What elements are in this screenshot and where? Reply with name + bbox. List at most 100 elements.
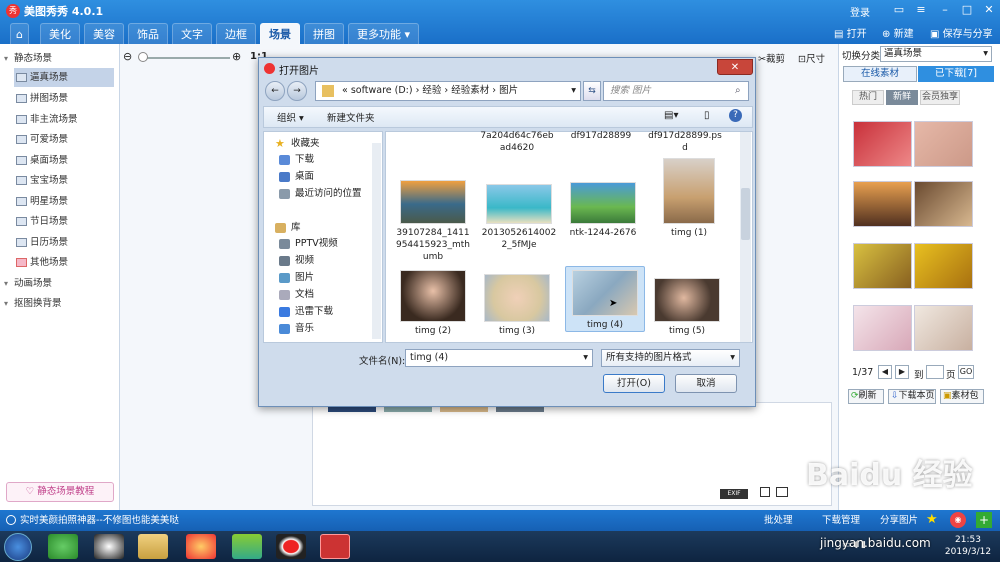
zoom-out-icon[interactable]: ⊖ [123, 50, 132, 63]
cancel-button[interactable]: 取消 [675, 374, 737, 393]
sidebar-item-other[interactable]: 其他场景 [14, 253, 114, 272]
organize-menu[interactable]: 组织 ▾ [277, 110, 304, 124]
file-item[interactable]: timg (1) [649, 158, 729, 239]
open-confirm-button[interactable]: 打开(O) [603, 374, 665, 393]
fit-view-icon[interactable] [776, 487, 788, 497]
file-item[interactable]: 39107284_1411 954415923_mth umb [393, 180, 473, 263]
file-item-selected[interactable]: timg (4) [565, 266, 645, 332]
sidebar-item-cute[interactable]: 可爱场景 [14, 130, 114, 149]
file-item[interactable]: 2013052614002 2_5fMJe [479, 184, 559, 251]
preview-pane-icon[interactable]: ▯ [704, 110, 710, 121]
sidebar-item-collage[interactable]: 拼图场景 [14, 89, 114, 108]
new-folder-button[interactable]: 新建文件夹 [327, 110, 375, 124]
category-select[interactable]: 逼真场景 ▾ [880, 46, 992, 62]
material-thumbnail[interactable] [914, 305, 973, 351]
download-manager-button[interactable]: 下载管理 [822, 510, 860, 531]
login-link[interactable]: 登录 [850, 4, 870, 19]
material-pack-button[interactable]: ▣素材包 [940, 389, 984, 404]
app360-icon[interactable] [48, 534, 78, 559]
nav-music[interactable]: 音乐 [279, 321, 314, 337]
download-page-button[interactable]: ⇩下载本页 [888, 389, 936, 404]
page-input[interactable] [926, 365, 944, 379]
minimize-icon[interactable]: – [936, 3, 954, 16]
exif-badge[interactable]: EXIF [720, 489, 748, 499]
tab-collage[interactable]: 拼图 [304, 23, 344, 44]
nav-scrollbar[interactable] [372, 143, 381, 339]
material-thumbnail[interactable] [853, 305, 912, 351]
zoom-slider-handle[interactable] [138, 52, 148, 62]
filter-hot[interactable]: 热门 [852, 90, 884, 105]
zoom-in-icon[interactable]: ⊕ [232, 50, 241, 63]
tab-beautify[interactable]: 美化 [40, 23, 80, 44]
refresh-icon[interactable]: ⇆ [583, 81, 601, 101]
go-button[interactable]: GO [958, 365, 974, 379]
file-item[interactable]: df917d28899.ps d [645, 130, 725, 154]
firefox-icon[interactable] [186, 534, 216, 559]
tab-text[interactable]: 文字 [172, 23, 212, 44]
file-item[interactable]: df917d28899 [561, 130, 641, 142]
explorer-icon[interactable] [138, 534, 168, 559]
view-options-icon[interactable]: ▤▾ [664, 110, 678, 121]
nav-pptv[interactable]: PPTV视频 [279, 236, 338, 252]
cutout-bg-group[interactable]: 抠图换背景 [4, 295, 62, 313]
file-item[interactable]: timg (5) [647, 278, 727, 337]
filename-input[interactable]: timg (4) ▾ [405, 349, 593, 367]
filter-new[interactable]: 新鲜 [886, 90, 918, 105]
refresh-button[interactable]: ⟳刷新 [848, 389, 884, 404]
material-thumbnail[interactable] [914, 121, 973, 167]
zoom-slider-track[interactable] [140, 57, 230, 59]
back-icon[interactable]: ← [265, 81, 285, 101]
material-thumbnail[interactable] [853, 121, 912, 167]
material-thumbnail[interactable] [914, 181, 973, 227]
file-item[interactable]: 7a204d64c76eb ad4620 [477, 130, 557, 154]
save-share-button[interactable]: ▣ 保存与分享 [930, 25, 993, 40]
material-thumbnail[interactable] [914, 243, 973, 289]
new-button[interactable]: ⊕ 新建 [882, 25, 914, 40]
menu-icon[interactable]: ≡ [912, 3, 930, 16]
dialog-close-icon[interactable]: ✕ [717, 59, 753, 75]
nav-video[interactable]: 视频 [279, 253, 314, 269]
nav-library[interactable]: 库 [275, 220, 301, 236]
tab-online-material[interactable]: 在线素材 [843, 66, 917, 82]
tab-border[interactable]: 边框 [216, 23, 256, 44]
material-thumbnail[interactable] [853, 243, 912, 289]
start-button[interactable] [4, 533, 32, 561]
scene-tutorial-button[interactable]: ♡ 静态场景教程 [6, 482, 114, 502]
maximize-icon[interactable]: □ [958, 3, 976, 16]
address-bar[interactable]: « software (D:) › 经验 › 经验素材 › 图片 ▾ [315, 81, 581, 101]
tab-downloaded[interactable]: 已下载[7] [918, 66, 994, 82]
help-icon[interactable]: ? [729, 109, 742, 122]
sidebar-item-calendar[interactable]: 日历场景 [14, 233, 114, 252]
nav-favorites[interactable]: ★ 收藏夹 [275, 136, 320, 152]
nav-download[interactable]: 下载 [279, 152, 314, 168]
add-icon[interactable]: + [976, 512, 992, 528]
status-ad-text[interactable]: 实时美颜拍照神器--不修图也能美美哒 [20, 510, 179, 531]
batch-button[interactable]: 批处理 [764, 510, 793, 531]
file-item[interactable]: timg (3) [477, 274, 557, 337]
filter-vip[interactable]: 会员独享 [920, 90, 960, 105]
meitu-taskbar-icon[interactable] [320, 534, 350, 559]
tab-scene[interactable]: 场景 [260, 23, 300, 44]
search-input[interactable]: 搜索 图片 [603, 81, 749, 101]
sidebar-item-festival[interactable]: 节日场景 [14, 212, 114, 231]
sidebar-item-baby[interactable]: 宝宝场景 [14, 171, 114, 190]
static-scene-group[interactable]: 静态场景 [4, 50, 52, 68]
animated-scene-group[interactable]: 动画场景 [4, 275, 52, 293]
forward-icon[interactable]: → [287, 81, 307, 101]
media-player-icon[interactable] [232, 534, 262, 559]
share-image-button[interactable]: 分享图片 [880, 510, 918, 531]
file-scrollbar-thumb[interactable] [741, 188, 750, 240]
prev-page-icon[interactable]: ◀ [878, 365, 892, 379]
recorder-icon[interactable] [276, 534, 306, 559]
sidebar-item-desktop[interactable]: 桌面场景 [14, 151, 114, 170]
sidebar-item-star[interactable]: 明星场景 [14, 192, 114, 211]
weibo-icon[interactable]: ◉ [950, 512, 966, 528]
home-icon[interactable]: ⌂ [10, 23, 29, 44]
star-icon[interactable]: ★ [926, 512, 938, 527]
skin-icon[interactable]: ▭ [890, 3, 908, 16]
compare-icon[interactable] [760, 487, 770, 497]
nav-documents[interactable]: 文档 [279, 287, 314, 303]
sidebar-item-realistic[interactable]: 逼真场景 [14, 68, 114, 87]
tab-more[interactable]: 更多功能 ▾ [348, 23, 420, 44]
material-thumbnail[interactable] [853, 181, 912, 227]
